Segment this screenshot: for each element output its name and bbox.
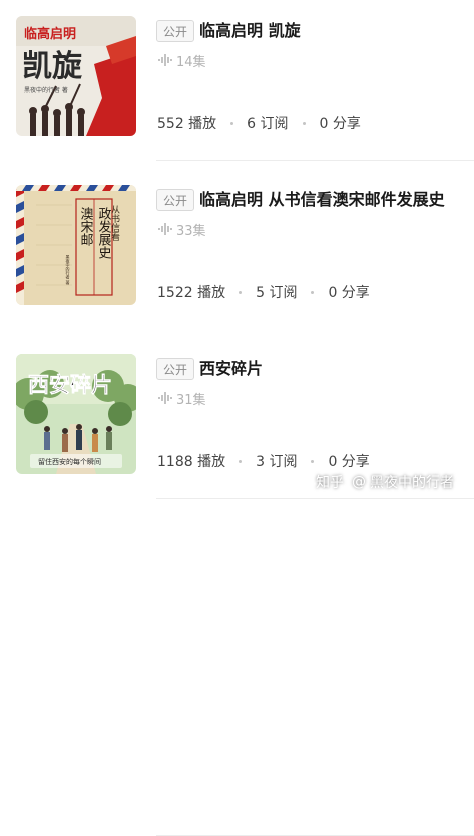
watermark-site: 知乎 bbox=[316, 475, 344, 491]
watermark: 知乎 @ 黑夜中的行者 bbox=[316, 472, 454, 492]
cover-image[interactable]: 临高启明 凯旋 黑夜中的行者 著 bbox=[16, 16, 136, 136]
separator-dot bbox=[302, 121, 306, 125]
watermark-user: 黑夜中的行者 bbox=[370, 475, 454, 491]
stats-row: 1522 播放 5 订阅 0 分享 bbox=[157, 282, 370, 302]
cover-side-text: 从书信看 bbox=[109, 205, 120, 242]
cover-xian-art: 西安碎片 留住西安的每个瞬间 bbox=[16, 354, 136, 474]
cover-image[interactable]: 从书信看 澳宋邮 政发展史 黑夜中的行者 著 bbox=[16, 185, 136, 305]
cover-top-text: 临高启明 bbox=[24, 26, 76, 42]
subscribe-count: 5 订阅 bbox=[256, 285, 298, 301]
audio-wave-icon bbox=[158, 223, 172, 235]
separator-dot bbox=[311, 459, 315, 463]
share-count: 0 分享 bbox=[328, 285, 370, 301]
subscribe-count: 3 订阅 bbox=[256, 454, 298, 470]
visibility-badge: 公开 bbox=[156, 20, 195, 42]
collection-title[interactable]: 临高启明 从书信看澳宋邮件发展史 bbox=[199, 188, 445, 212]
cover-image[interactable]: 西安碎片 留住西安的每个瞬间 bbox=[16, 354, 136, 474]
visibility-badge: 公开 bbox=[156, 358, 195, 380]
separator-dot bbox=[230, 121, 234, 125]
audio-wave-icon bbox=[158, 392, 172, 404]
episode-count-label: 14集 bbox=[176, 54, 206, 70]
cover-caption: 黑夜中的行者 著 bbox=[24, 86, 68, 94]
play-count: 552 播放 bbox=[157, 116, 217, 132]
play-count: 1522 播放 bbox=[157, 285, 226, 301]
cover-kaixuan-art: 临高启明 凯旋 黑夜中的行者 著 bbox=[16, 16, 136, 136]
episode-count: 33集 bbox=[158, 219, 206, 239]
separator-dot bbox=[239, 459, 243, 463]
stats-row: 552 播放 6 订阅 0 分享 bbox=[157, 113, 361, 133]
cover-col2-text: 政发展史 bbox=[96, 207, 112, 260]
separator-dot bbox=[239, 290, 243, 294]
episode-count: 31集 bbox=[158, 388, 206, 408]
stats-row: 1188 播放 3 订阅 0 分享 bbox=[157, 451, 370, 471]
visibility-badge: 公开 bbox=[156, 189, 195, 211]
episode-count-label: 31集 bbox=[176, 392, 206, 408]
audio-wave-icon bbox=[158, 54, 172, 66]
divider bbox=[156, 160, 474, 161]
collection-title[interactable]: 临高启明 凯旋 bbox=[199, 19, 301, 43]
cover-letter-art: 从书信看 澳宋邮 政发展史 黑夜中的行者 著 bbox=[16, 185, 136, 305]
cover-caption: 留住西安的每个瞬间 bbox=[38, 457, 101, 466]
cover-caption: 黑夜中的行者 著 bbox=[66, 255, 71, 285]
watermark-at: @ bbox=[352, 474, 366, 490]
share-count: 0 分享 bbox=[328, 454, 370, 470]
subscribe-count: 6 订阅 bbox=[247, 116, 289, 132]
cover-col1-text: 澳宋邮 bbox=[78, 206, 94, 246]
list-item[interactable]: 从书信看 澳宋邮 政发展史 黑夜中的行者 著 公开 临高启明 从书信看澳宋邮件发… bbox=[0, 169, 474, 499]
list-item[interactable]: 临高启明 凯旋 黑夜中的行者 著 公开 临高启明 凯旋 14集 552 播放 6… bbox=[0, 0, 474, 170]
separator-dot bbox=[311, 290, 315, 294]
cover-big-text: 西安碎片 bbox=[28, 373, 112, 397]
play-count: 1188 播放 bbox=[157, 454, 226, 470]
collection-title[interactable]: 西安碎片 bbox=[199, 357, 263, 381]
episode-count: 14集 bbox=[158, 50, 206, 70]
cover-big-text: 凯旋 bbox=[22, 49, 82, 84]
episode-count-label: 33集 bbox=[176, 223, 206, 239]
share-count: 0 分享 bbox=[319, 116, 361, 132]
